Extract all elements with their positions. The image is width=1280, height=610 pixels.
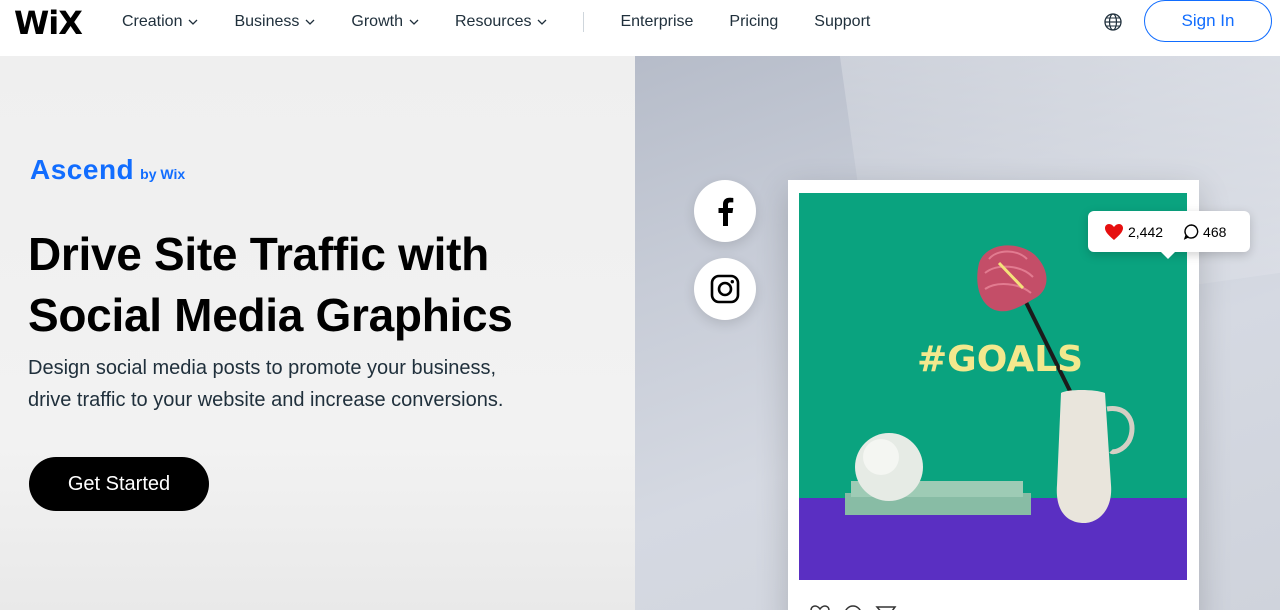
facebook-icon [718, 197, 734, 226]
nav-item-label: Business [234, 13, 300, 30]
instagram-icon [710, 274, 740, 304]
likes-count: 2,442 [1104, 223, 1163, 241]
nav-item-enterprise[interactable]: Enterprise [620, 13, 693, 31]
heart-icon [1105, 223, 1123, 240]
post-hashtag: #GOALS [917, 339, 1084, 380]
comment-bubble-icon [1183, 224, 1199, 240]
chevron-down-icon [409, 19, 419, 25]
facebook-button[interactable] [694, 180, 756, 242]
hero-right-panel: #GOALS 2,442 468 [635, 56, 1280, 610]
nav-item-growth[interactable]: Growth [351, 13, 419, 31]
top-header: WiX Creation Business Growth Resources E… [0, 0, 1280, 56]
hero-left-panel: Ascend by Wix Drive Site Traffic with So… [0, 56, 635, 610]
sign-in-button[interactable]: Sign In [1144, 0, 1272, 42]
subtitle-line-2: drive traffic to your website and increa… [28, 389, 504, 411]
nav-item-business[interactable]: Business [234, 13, 315, 31]
likes-value: 2,442 [1128, 223, 1164, 240]
comments-value: 468 [1203, 223, 1227, 240]
subtitle-line-1: Design social media posts to promote you… [28, 357, 497, 379]
globe-icon[interactable] [1103, 12, 1123, 32]
ascend-brand-by: by Wix [140, 166, 186, 182]
send-icon[interactable] [875, 604, 897, 610]
ascend-logo[interactable]: Ascend by Wix [30, 154, 185, 186]
nav-item-resources[interactable]: Resources [455, 13, 547, 31]
ascend-brand-name: Ascend [30, 154, 135, 185]
engagement-badge: 2,442 468 [1088, 211, 1250, 259]
chevron-down-icon [305, 19, 315, 25]
title-line-1: Drive Site Traffic with [28, 228, 489, 280]
badge-tail [1160, 251, 1176, 259]
comments-count: 468 [1183, 223, 1226, 240]
chevron-down-icon [538, 19, 547, 25]
nav-item-label: Pricing [729, 13, 779, 30]
nav-divider [583, 12, 585, 32]
nav-item-label: Resources [454, 13, 532, 30]
post-actions [809, 604, 897, 610]
main-nav: Creation Business Growth Resources Enter… [122, 0, 906, 44]
comment-icon[interactable] [843, 604, 863, 610]
nav-item-label: Support [814, 13, 871, 30]
nav-item-creation[interactable]: Creation [122, 13, 198, 31]
nav-item-label: Enterprise [620, 13, 694, 30]
instagram-button[interactable] [694, 258, 756, 320]
get-started-button[interactable]: Get Started [29, 457, 209, 511]
title-line-2: Social Media Graphics [28, 289, 513, 341]
heart-outline-icon[interactable] [809, 604, 831, 610]
nav-item-support[interactable]: Support [814, 13, 870, 31]
nav-item-pricing[interactable]: Pricing [729, 13, 778, 31]
nav-item-label: Creation [122, 13, 183, 30]
nav-item-label: Growth [351, 13, 403, 30]
chevron-down-icon [189, 19, 198, 25]
page-subtitle: Design social media posts to promote you… [28, 352, 588, 416]
wix-logo[interactable]: WiX [14, 4, 83, 42]
page-title: Drive Site Traffic with Social Media Gra… [28, 224, 628, 346]
